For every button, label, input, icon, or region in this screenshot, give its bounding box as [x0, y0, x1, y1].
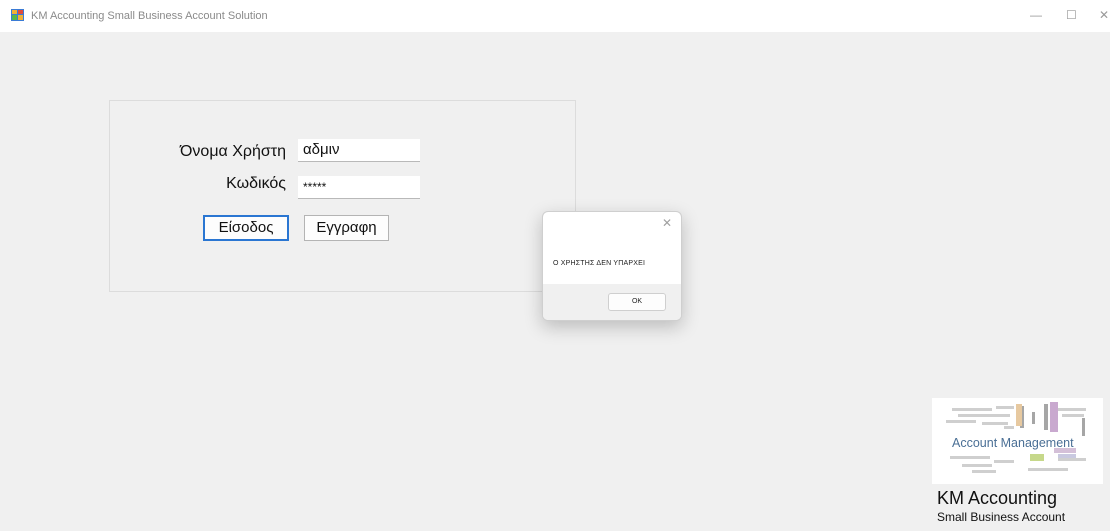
password-label: Κωδικός [226, 175, 286, 192]
brand-subtitle: Small Business Account [937, 510, 1066, 524]
app-icon [11, 9, 24, 21]
dialog-close-icon[interactable]: ✕ [662, 216, 672, 230]
dialog-message: Ο ΧΡΗΣΤΗΣ ΔΕΝ ΥΠΑΡΧΕΙ [553, 260, 646, 267]
ok-button[interactable]: OK [608, 293, 666, 311]
message-dialog: ✕ Ο ΧΡΗΣΤΗΣ ΔΕΝ ΥΠΑΡΧΕΙ OK [542, 211, 682, 321]
register-button[interactable]: Εγγραφη [304, 215, 389, 241]
brand-title: KM Accounting [937, 488, 1058, 508]
close-button[interactable]: ✕ [1099, 8, 1109, 22]
window-title: KM Accounting Small Business Account Sol… [31, 10, 268, 22]
title-bar: KM Accounting Small Business Account Sol… [0, 0, 1110, 32]
word-cloud-image: Account Management [946, 402, 1086, 473]
username-field[interactable]: αδμιν [298, 139, 420, 162]
username-label: Όνομα Χρήστη [180, 143, 286, 160]
maximize-button[interactable]: ☐ [1066, 8, 1077, 22]
word-cloud-logo: Account Management [932, 398, 1103, 484]
logo-text: Account Management [952, 436, 1074, 450]
password-field[interactable]: ***** [298, 176, 420, 199]
login-button[interactable]: Είσοδος [203, 215, 289, 241]
minimize-button[interactable]: — [1030, 8, 1042, 22]
dialog-footer: OK [543, 284, 681, 320]
